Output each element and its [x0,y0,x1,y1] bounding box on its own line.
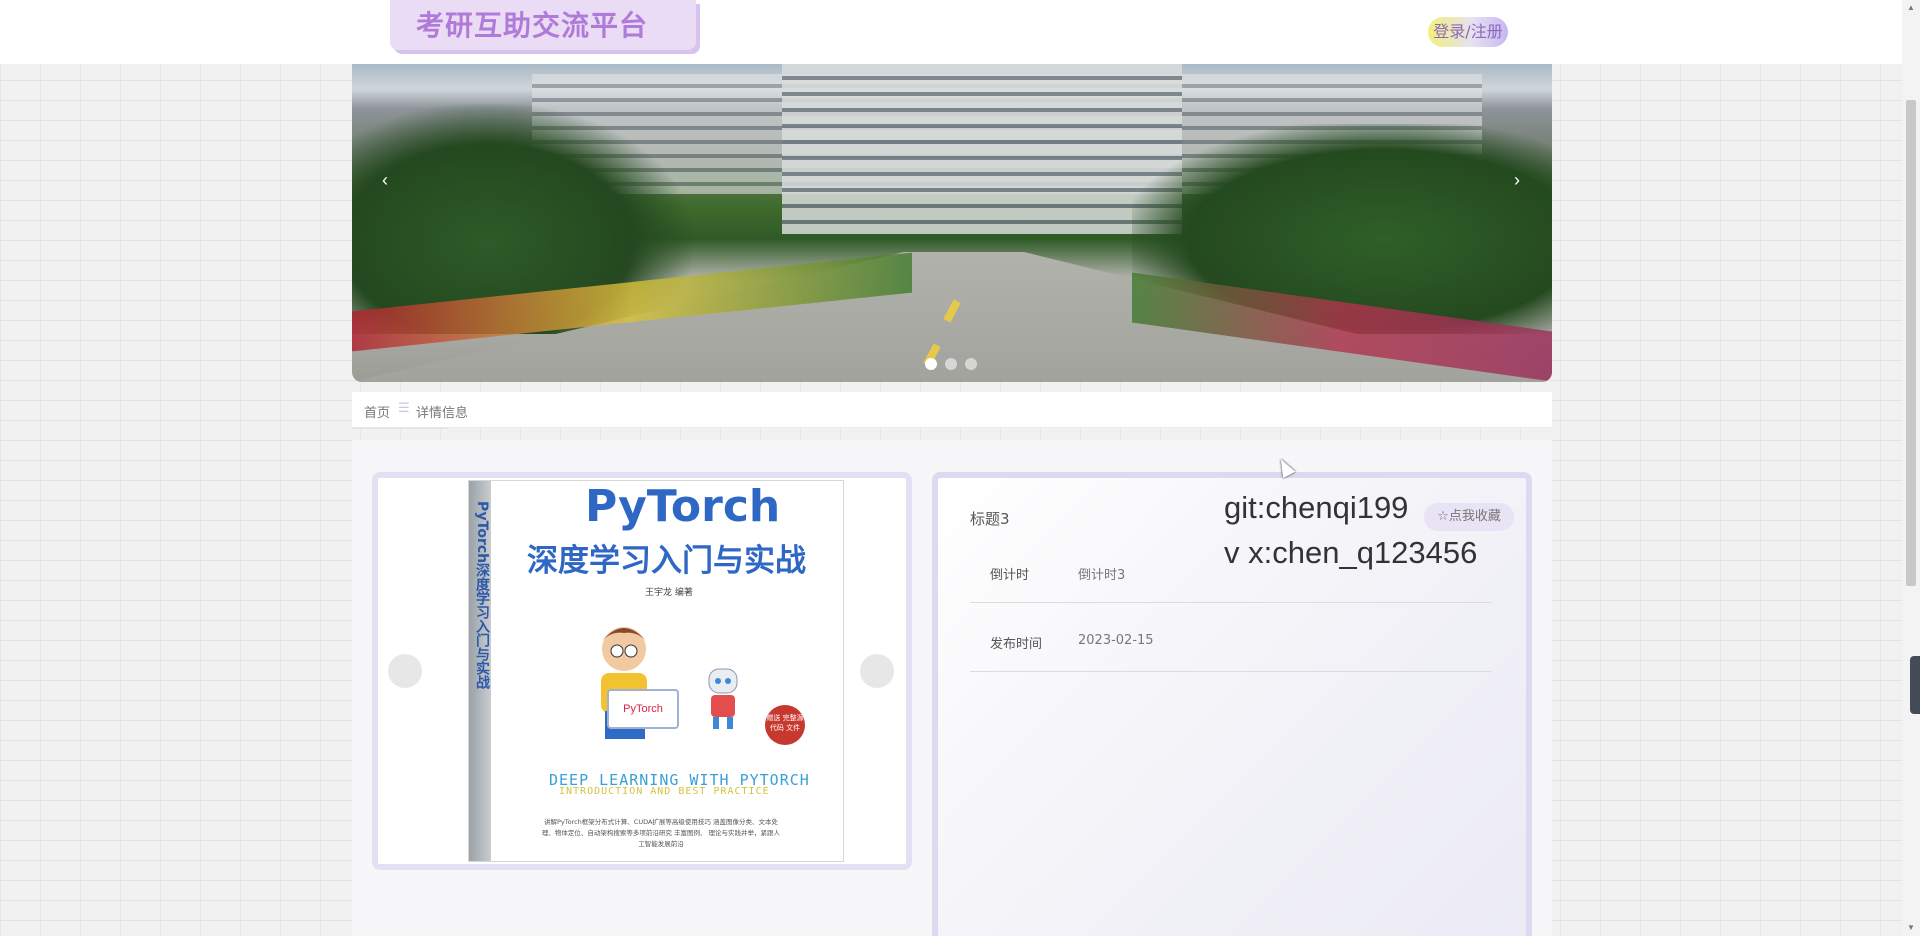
book-description: 讲解PyTorch框架分布式计算、CUDA扩展等高级使用技巧 涵盖图像分类、文本… [541,818,781,848]
scrollbar-thumb[interactable] [1906,100,1916,586]
breadcrumb-underline [352,427,448,429]
side-float-tab[interactable] [1910,656,1920,714]
overlay-git-text: git:chenqi199 [1224,490,1409,525]
carousel-indicators [925,358,977,370]
site-title[interactable]: 考研互助交流平台 [416,4,648,44]
carousel-dot[interactable] [945,358,957,370]
book-title-cn: 深度学习入门与实战 [527,543,806,579]
book-title-en: PyTorch [585,481,781,532]
detail-title: 标题3 [970,510,1010,528]
carousel-prev-arrow[interactable]: ‹ [375,170,395,190]
scroll-up-arrow-icon[interactable]: ▲ [1905,2,1917,14]
countdown-value: 倒计时3 [1078,568,1126,583]
book-spine-text: PyTorch深度学习入门与实战 [474,501,490,690]
banner-building [782,64,1182,234]
banner-carousel[interactable] [352,64,1552,382]
login-register-button[interactable]: 登录/注册 [1428,17,1508,47]
gallery-next-button[interactable] [860,654,894,688]
cartoon-boy-illustration [601,627,647,739]
publish-time-label: 发布时间 [990,637,1043,652]
book-cover-image: PyTorch深度学习入门与实战 PyTorch 深度学习入门与实战 王宇龙 编… [468,480,844,862]
carousel-dot[interactable] [925,358,937,370]
carousel-dot[interactable] [965,358,977,370]
carousel-next-arrow[interactable]: › [1507,170,1527,190]
overlay-wechat-text: v x:chen_q123456 [1224,535,1478,570]
breadcrumb-separator-icon: ☰ [398,401,410,416]
book-badge: 赠送 完整源代码 文件 [765,705,805,745]
book-subtitle-en-2: INTRODUCTION AND BEST PRACTICE [559,786,770,797]
row-divider [970,602,1492,603]
publish-time-value: 2023-02-15 [1078,633,1154,648]
robot-illustration [708,668,738,729]
scroll-down-arrow-icon[interactable]: ▼ [1905,922,1917,934]
book-spine: PyTorch深度学习入门与实战 [469,481,491,861]
breadcrumb-home-link[interactable]: 首页 [364,402,390,421]
favorite-button[interactable]: ☆点我收藏 [1424,503,1514,531]
book-laptop: PyTorch [607,689,679,729]
breadcrumb-current: 详情信息 [416,406,469,421]
row-divider [970,671,1492,672]
gallery-prev-button[interactable] [388,654,422,688]
book-author: 王宇龙 编著 [645,588,693,598]
countdown-label: 倒计时 [990,568,1030,583]
breadcrumb: 首页 ☰ 详情信息 [352,392,1552,429]
top-navbar [0,0,1902,64]
